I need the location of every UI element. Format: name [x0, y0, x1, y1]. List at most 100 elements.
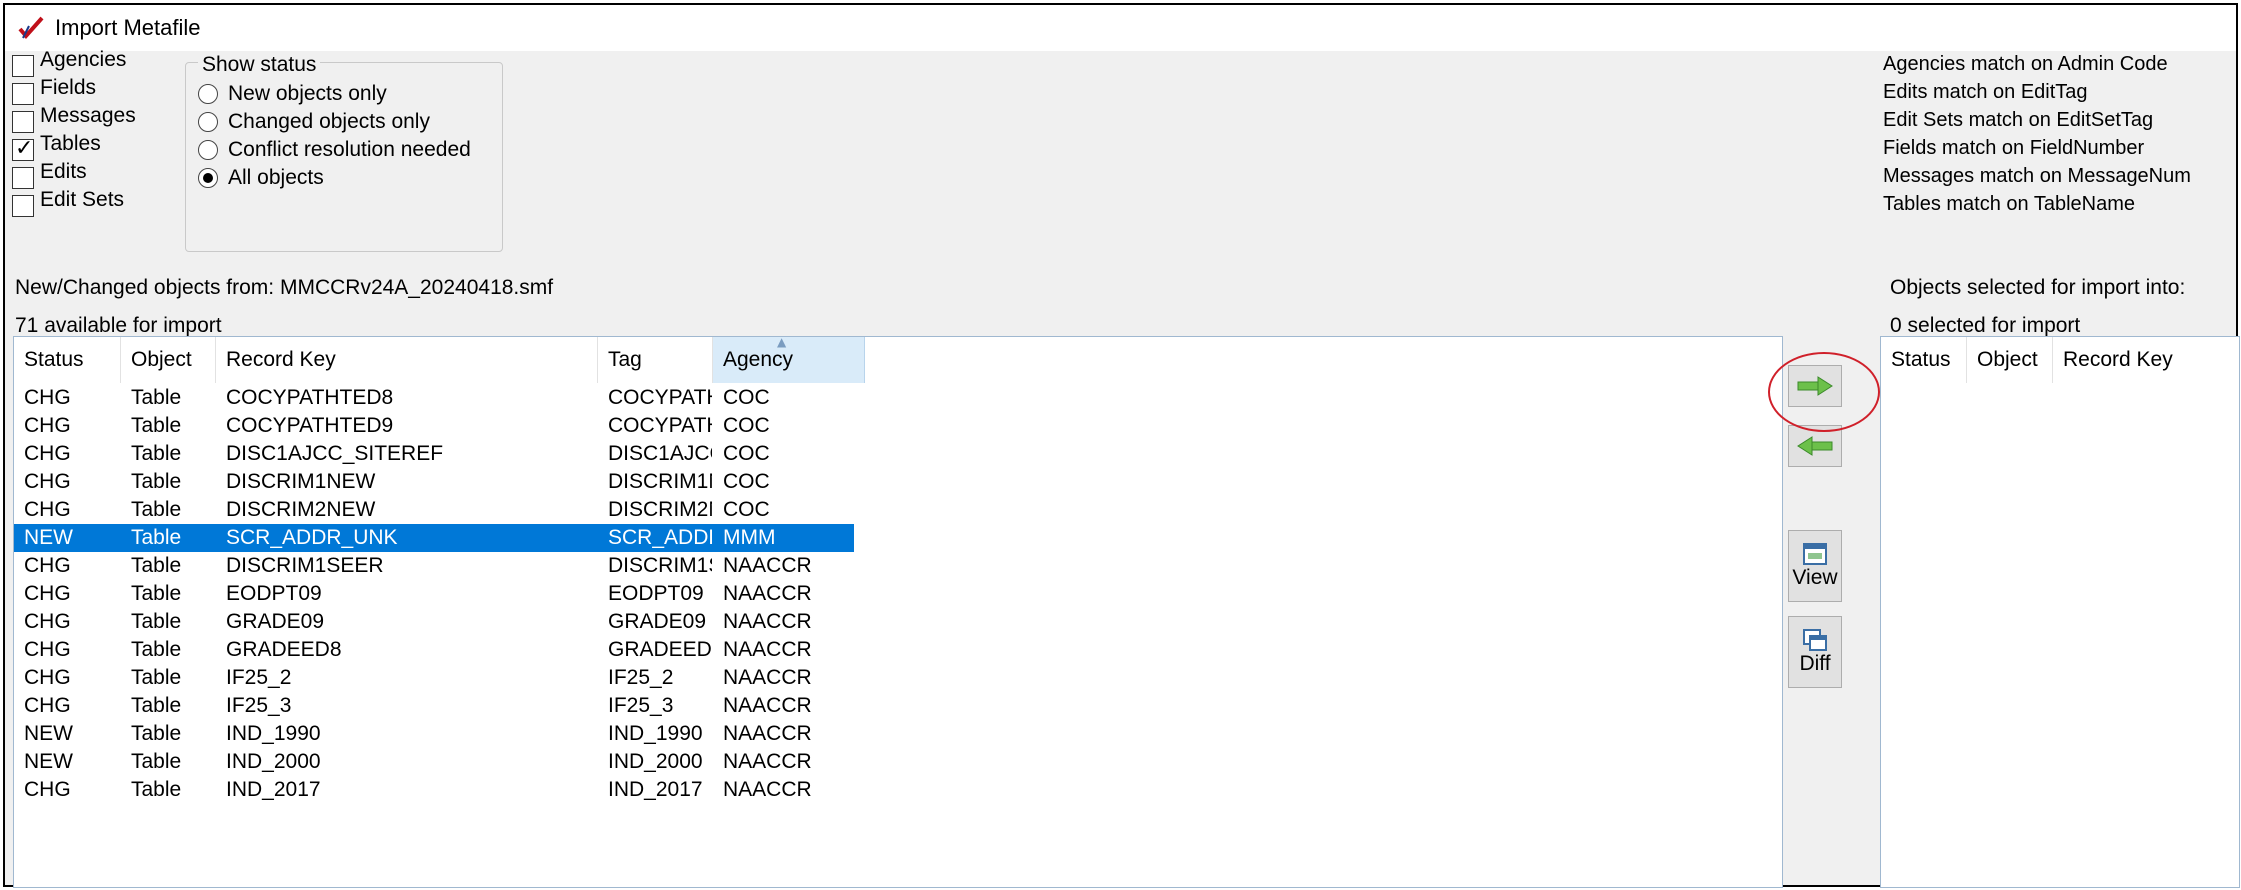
- table-cell: NAACCR: [723, 638, 812, 661]
- table-cell: NAACCR: [723, 750, 812, 773]
- checkbox-box[interactable]: [12, 111, 34, 133]
- window-title: Import Metafile: [55, 15, 201, 40]
- diff-button[interactable]: Diff: [1788, 616, 1842, 688]
- table-cell: MMM: [723, 526, 776, 549]
- match-rule-text: Edit Sets match on EditSetTag: [1883, 109, 2154, 131]
- checkbox-label: Agencies: [40, 48, 127, 71]
- table-cell: DISCRIM1SEER: [608, 554, 712, 577]
- table-cell: DISCRIM1NEW: [608, 470, 712, 493]
- table-cell: COCYPATHTED9: [226, 414, 394, 437]
- table-cell: CHG: [24, 470, 71, 493]
- remove-from-import-button[interactable]: [1788, 425, 1842, 467]
- column-header-status[interactable]: Status: [14, 337, 121, 383]
- table-row[interactable]: CHG Table DISCRIM1SEER DISCRIM1SEER NAACCR: [14, 552, 854, 580]
- table-cell: Table: [131, 526, 182, 549]
- table-cell: Table: [131, 554, 182, 577]
- diff-button-label: Diff: [1799, 652, 1831, 675]
- table-cell: Table: [131, 722, 182, 745]
- column-header-agency[interactable]: Agency ▲: [713, 337, 865, 383]
- column-header-agency-label: Agency: [723, 348, 794, 371]
- match-rule-text: Fields match on FieldNumber: [1883, 137, 2145, 159]
- table-row[interactable]: CHG Table COCYPATHTED8 COCYPATHTED8 COC: [14, 384, 854, 412]
- right-arrow-icon: [1797, 376, 1833, 396]
- column-header-record-key[interactable]: Record Key: [216, 337, 598, 383]
- status-option-radio[interactable]: All objects: [198, 164, 324, 192]
- table-cell: EODPT09: [226, 582, 322, 605]
- checkbox-box[interactable]: [12, 136, 34, 161]
- table-row[interactable]: CHG Table COCYPATHTED9 COCYPATHTED9 COC: [14, 412, 854, 440]
- table-row[interactable]: NEW Table IND_2000 IND_2000 NAACCR: [14, 748, 854, 776]
- table-cell: IF25_2: [226, 666, 292, 689]
- radio-circle[interactable]: [198, 140, 218, 160]
- table-row[interactable]: CHG Table DISCRIM1NEW DISCRIM1NEW COC: [14, 468, 854, 496]
- table-cell: CHG: [24, 610, 71, 633]
- table-cell: NAACCR: [723, 666, 812, 689]
- table-cell: EODPT09: [608, 582, 704, 605]
- checkbox-box[interactable]: [12, 167, 34, 189]
- checkbox-label: Edit Sets: [40, 188, 125, 211]
- table-row[interactable]: CHG Table IF25_3 IF25_3 NAACCR: [14, 692, 854, 720]
- table-cell: CHG: [24, 414, 71, 437]
- table-cell: COC: [723, 470, 770, 493]
- table-row[interactable]: CHG Table DISC1AJCC_SITEREF DISC1AJCC_SITER…: [14, 440, 854, 468]
- table-cell: COCYPATHTED9: [608, 414, 712, 437]
- table-cell: CHG: [24, 666, 71, 689]
- column-header-object[interactable]: Object: [121, 337, 216, 383]
- right-column-header-record-key[interactable]: Record Key: [2053, 337, 2239, 383]
- table-cell: COCYPATHTED8: [608, 386, 712, 409]
- table-cell: DISCRIM1SEER: [226, 554, 384, 577]
- radio-circle[interactable]: [198, 112, 218, 132]
- right-column-header-object[interactable]: Object: [1967, 337, 2053, 383]
- right-column-header-status[interactable]: Status: [1881, 337, 1967, 383]
- table-row[interactable]: CHG Table GRADE09 GRADE09 NAACCR: [14, 608, 854, 636]
- table-cell: CHG: [24, 638, 71, 661]
- table-cell: IND_2017: [608, 778, 703, 801]
- add-to-import-button[interactable]: [1788, 365, 1842, 407]
- table-cell: IND_1990: [226, 722, 321, 745]
- status-option-radio[interactable]: Changed objects only: [198, 108, 430, 136]
- table-cell: NEW: [24, 526, 73, 549]
- table-row[interactable]: CHG Table IF25_2 IF25_2 NAACCR: [14, 664, 854, 692]
- view-button[interactable]: View: [1788, 530, 1842, 602]
- checkbox-box[interactable]: [12, 195, 34, 217]
- checkbox-label: Edits: [40, 160, 87, 183]
- show-status-title: Show status: [198, 53, 321, 77]
- checkbox-box[interactable]: [12, 55, 34, 77]
- table-cell: Table: [131, 750, 182, 773]
- title-bar: Import Metafile: [5, 5, 2236, 51]
- table-cell: NAACCR: [723, 610, 812, 633]
- table-row[interactable]: NEW Table IND_1990 IND_1990 NAACCR: [14, 720, 854, 748]
- radio-circle[interactable]: [198, 84, 218, 104]
- checkbox-box[interactable]: [12, 83, 34, 105]
- table-cell: Table: [131, 414, 182, 437]
- table-cell: Table: [131, 582, 182, 605]
- object-type-edit-sets-checkbox[interactable]: Edit Sets: [12, 188, 124, 220]
- status-option-radio[interactable]: New objects only: [198, 80, 387, 108]
- table-cell: Table: [131, 666, 182, 689]
- table-row[interactable]: CHG Table GRADEED8 GRADEED8 NAACCR: [14, 636, 854, 664]
- selected-count-label: 0 selected for import: [1890, 314, 2081, 337]
- checkbox-label: Tables: [40, 132, 101, 155]
- table-row[interactable]: CHG Table IND_2017 IND_2017 NAACCR: [14, 776, 854, 804]
- radio-label: New objects only: [228, 82, 387, 105]
- view-window-icon: [1803, 543, 1827, 565]
- available-objects-list[interactable]: Status Object Record Key Tag Agency ▲ CH…: [13, 336, 1783, 888]
- app-check-icon: [18, 16, 44, 40]
- status-option-radio[interactable]: Conflict resolution needed: [198, 136, 471, 164]
- table-cell: CHG: [24, 694, 71, 717]
- import-target-label: Objects selected for import into:: [1890, 276, 2186, 299]
- source-file-label: New/Changed objects from: MMCCRv24A_2024…: [15, 276, 554, 299]
- radio-label: Conflict resolution needed: [228, 138, 471, 161]
- checkbox-label: Messages: [40, 104, 136, 127]
- table-cell: Table: [131, 610, 182, 633]
- table-cell: CHG: [24, 778, 71, 801]
- radio-circle[interactable]: [198, 168, 218, 188]
- table-row[interactable]: NEW Table SCR_ADDR_UNK SCR_ADDR_UNK MMM: [14, 524, 854, 552]
- table-row[interactable]: CHG Table DISCRIM2NEW DISCRIM2NEW COC: [14, 496, 854, 524]
- selected-objects-list[interactable]: Status Object Record Key: [1880, 336, 2240, 888]
- diff-windows-icon: [1803, 629, 1827, 651]
- table-row[interactable]: CHG Table EODPT09 EODPT09 NAACCR: [14, 580, 854, 608]
- table-cell: IF25_3: [226, 694, 292, 717]
- column-header-tag[interactable]: Tag: [598, 337, 713, 383]
- left-arrow-icon: [1797, 436, 1833, 456]
